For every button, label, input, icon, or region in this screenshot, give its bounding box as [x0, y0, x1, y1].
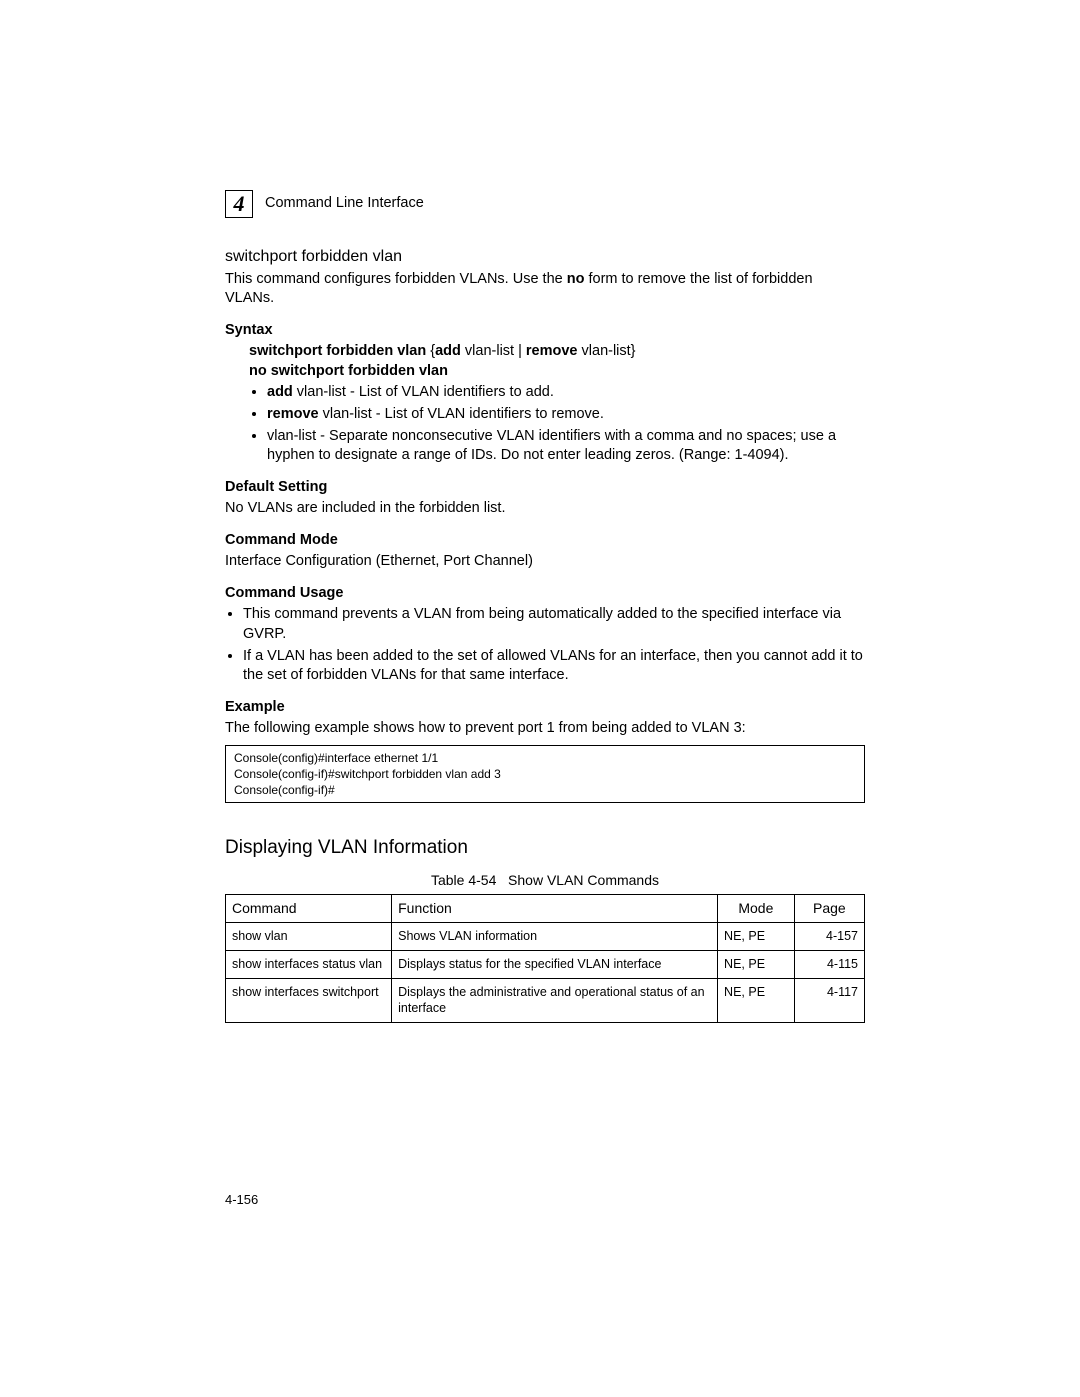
section-title: Displaying VLAN Information [225, 835, 865, 861]
text-bold: switchport forbidden vlan [249, 343, 426, 359]
text-bold: remove [526, 343, 578, 359]
text: Table 4-54 [431, 872, 496, 888]
example-heading: Example [225, 698, 865, 718]
command-mode-text: Interface Configuration (Ethernet, Port … [225, 552, 865, 572]
text: vlan-list - Separate nonconsecutive VLAN… [267, 428, 836, 464]
command-description: This command configures forbidden VLANs.… [225, 270, 865, 309]
cell-command: show interfaces status vlan [226, 950, 392, 978]
command-mode-heading: Command Mode [225, 531, 865, 551]
usage-list: This command prevents a VLAN from being … [225, 605, 865, 685]
table-row: show vlan Shows VLAN information NE, PE … [226, 922, 865, 950]
cell-mode: NE, PE [718, 950, 795, 978]
table-header-row: Command Function Mode Page [226, 894, 865, 922]
cell-page: 4-115 [794, 950, 864, 978]
syntax-list: add vlan-list - List of VLAN identifiers… [249, 383, 865, 465]
col-page: Page [794, 894, 864, 922]
text: vlan-list | [461, 343, 526, 359]
default-setting-heading: Default Setting [225, 478, 865, 498]
chapter-number: 4 [234, 193, 245, 215]
list-item: vlan-list - Separate nonconsecutive VLAN… [267, 427, 865, 466]
default-setting-text: No VLANs are included in the forbidden l… [225, 499, 865, 519]
col-command: Command [226, 894, 392, 922]
syntax-heading: Syntax [225, 321, 865, 341]
table-row: show interfaces switchport Displays the … [226, 978, 865, 1023]
cell-page: 4-157 [794, 922, 864, 950]
text-bold: add [435, 343, 461, 359]
cell-page: 4-117 [794, 978, 864, 1023]
chapter-number-box: 4 [225, 190, 253, 218]
cell-function: Displays the administrative and operatio… [392, 978, 718, 1023]
text: { [426, 343, 435, 359]
cell-command: show interfaces switchport [226, 978, 392, 1023]
example-code: Console(config)#interface ethernet 1/1 C… [225, 745, 865, 804]
running-title: Command Line Interface [265, 194, 424, 214]
list-item: This command prevents a VLAN from being … [243, 605, 865, 644]
text-bold: no [567, 271, 585, 287]
cell-function: Displays status for the specified VLAN i… [392, 950, 718, 978]
text-bold: no switchport forbidden vlan [249, 363, 448, 379]
page-number: 4-156 [225, 1192, 258, 1207]
text: This command configures forbidden VLANs.… [225, 271, 567, 287]
vlan-commands-table: Command Function Mode Page show vlan Sho… [225, 894, 865, 1023]
list-item: If a VLAN has been added to the set of a… [243, 647, 865, 686]
table-caption: Table 4-54 Show VLAN Commands [225, 871, 865, 890]
col-mode: Mode [718, 894, 795, 922]
cell-function: Shows VLAN information [392, 922, 718, 950]
text-bold: add [267, 384, 293, 400]
list-item: remove vlan-list - List of VLAN identifi… [267, 405, 865, 425]
text: vlan-list - List of VLAN identifiers to … [293, 384, 554, 400]
col-function: Function [392, 894, 718, 922]
text: vlan-list - List of VLAN identifiers to … [319, 406, 604, 422]
text: vlan-list} [578, 343, 636, 359]
syntax-line: switchport forbidden vlan {add vlan-list… [249, 342, 865, 381]
command-usage-heading: Command Usage [225, 584, 865, 604]
example-intro: The following example shows how to preve… [225, 719, 865, 739]
text-bold: remove [267, 406, 319, 422]
cell-command: show vlan [226, 922, 392, 950]
command-title: switchport forbidden vlan [225, 246, 865, 268]
cell-mode: NE, PE [718, 922, 795, 950]
text: Show VLAN Commands [508, 872, 659, 888]
list-item: add vlan-list - List of VLAN identifiers… [267, 383, 865, 403]
table-row: show interfaces status vlan Displays sta… [226, 950, 865, 978]
cell-mode: NE, PE [718, 978, 795, 1023]
running-header: 4 Command Line Interface [225, 190, 865, 218]
